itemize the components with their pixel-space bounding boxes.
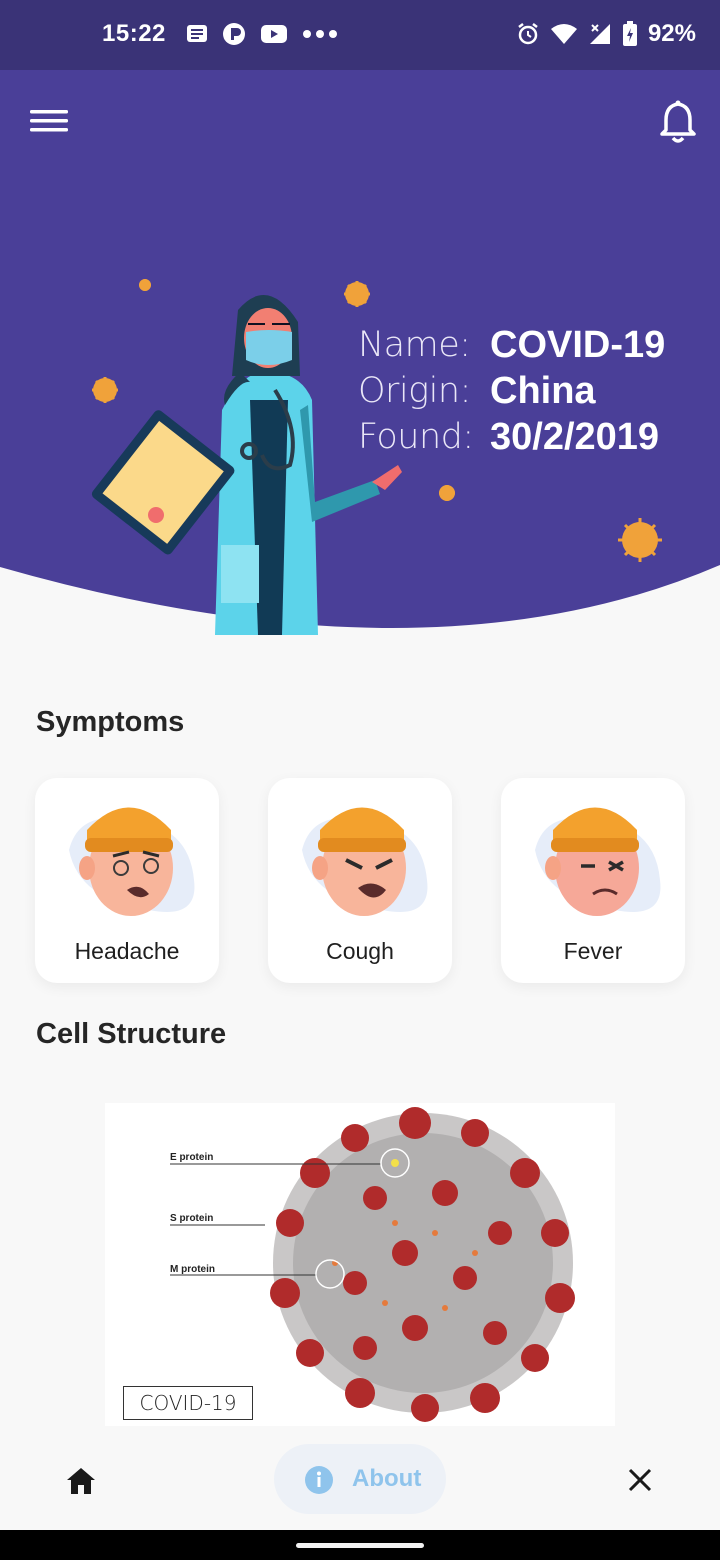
bottom-nav: About (0, 1430, 720, 1530)
info-key: Found: (358, 417, 474, 457)
fever-face-icon (535, 807, 661, 916)
info-row-found: Found: 30/2/2019 (358, 414, 665, 460)
info-value: 30/2/2019 (490, 416, 660, 458)
about-button[interactable]: About (274, 1444, 446, 1514)
hamburger-menu-icon[interactable] (28, 106, 70, 136)
close-icon[interactable] (626, 1466, 654, 1494)
symptoms-title: Symptoms (36, 706, 185, 738)
gesture-handle[interactable] (296, 1543, 424, 1548)
info-icon (305, 1466, 333, 1494)
cell-structure-title: Cell Structure (36, 1018, 227, 1050)
info-row-name: Name: COVID-19 (358, 322, 665, 368)
home-icon[interactable] (64, 1464, 98, 1498)
status-right-icons: 92% (516, 20, 696, 48)
e-protein-label: E protein (170, 1152, 214, 1163)
virus-info: Name: COVID-19 Origin: China Found: 30/2… (358, 322, 665, 460)
battery-percent: 92% (647, 20, 696, 47)
info-key: Name: (358, 325, 471, 365)
info-row-origin: Origin: China (358, 368, 665, 414)
signal-icon (589, 24, 610, 44)
battery-icon (622, 21, 637, 46)
about-label: About (352, 1465, 422, 1492)
info-value: China (490, 370, 596, 412)
gesture-bar (0, 1530, 720, 1560)
news-icon (187, 25, 207, 42)
info-key: Origin: (358, 371, 471, 411)
symptom-card-headache[interactable]: Headache (35, 778, 219, 983)
covid-tag: COVID-19 (123, 1386, 253, 1420)
symptom-card-fever[interactable]: Fever (501, 778, 685, 983)
cell-structure-image: E protein S protein M protein COVID-19 (105, 1103, 615, 1426)
alarm-icon (518, 23, 538, 45)
status-left-icons (186, 22, 338, 46)
headache-face-icon (69, 807, 195, 916)
m-protein-label: M protein (170, 1264, 215, 1275)
symptom-label: Fever (563, 938, 623, 964)
bell-icon[interactable] (656, 98, 700, 144)
more-dots-icon (303, 30, 337, 38)
s-protein-label: S protein (170, 1213, 214, 1224)
status-time: 15:22 (102, 20, 166, 47)
youtube-icon (261, 25, 287, 43)
info-value: COVID-19 (490, 324, 666, 366)
symptom-card-cough[interactable]: Cough (268, 778, 452, 983)
cough-face-icon (302, 807, 428, 916)
header: Name: COVID-19 Origin: China Found: 30/2… (0, 70, 720, 640)
status-bar: 15:22 92% (0, 0, 720, 70)
app-p-icon (223, 23, 245, 45)
symptom-label: Cough (326, 938, 394, 964)
wifi-icon (550, 24, 577, 44)
symptom-label: Headache (74, 938, 180, 964)
